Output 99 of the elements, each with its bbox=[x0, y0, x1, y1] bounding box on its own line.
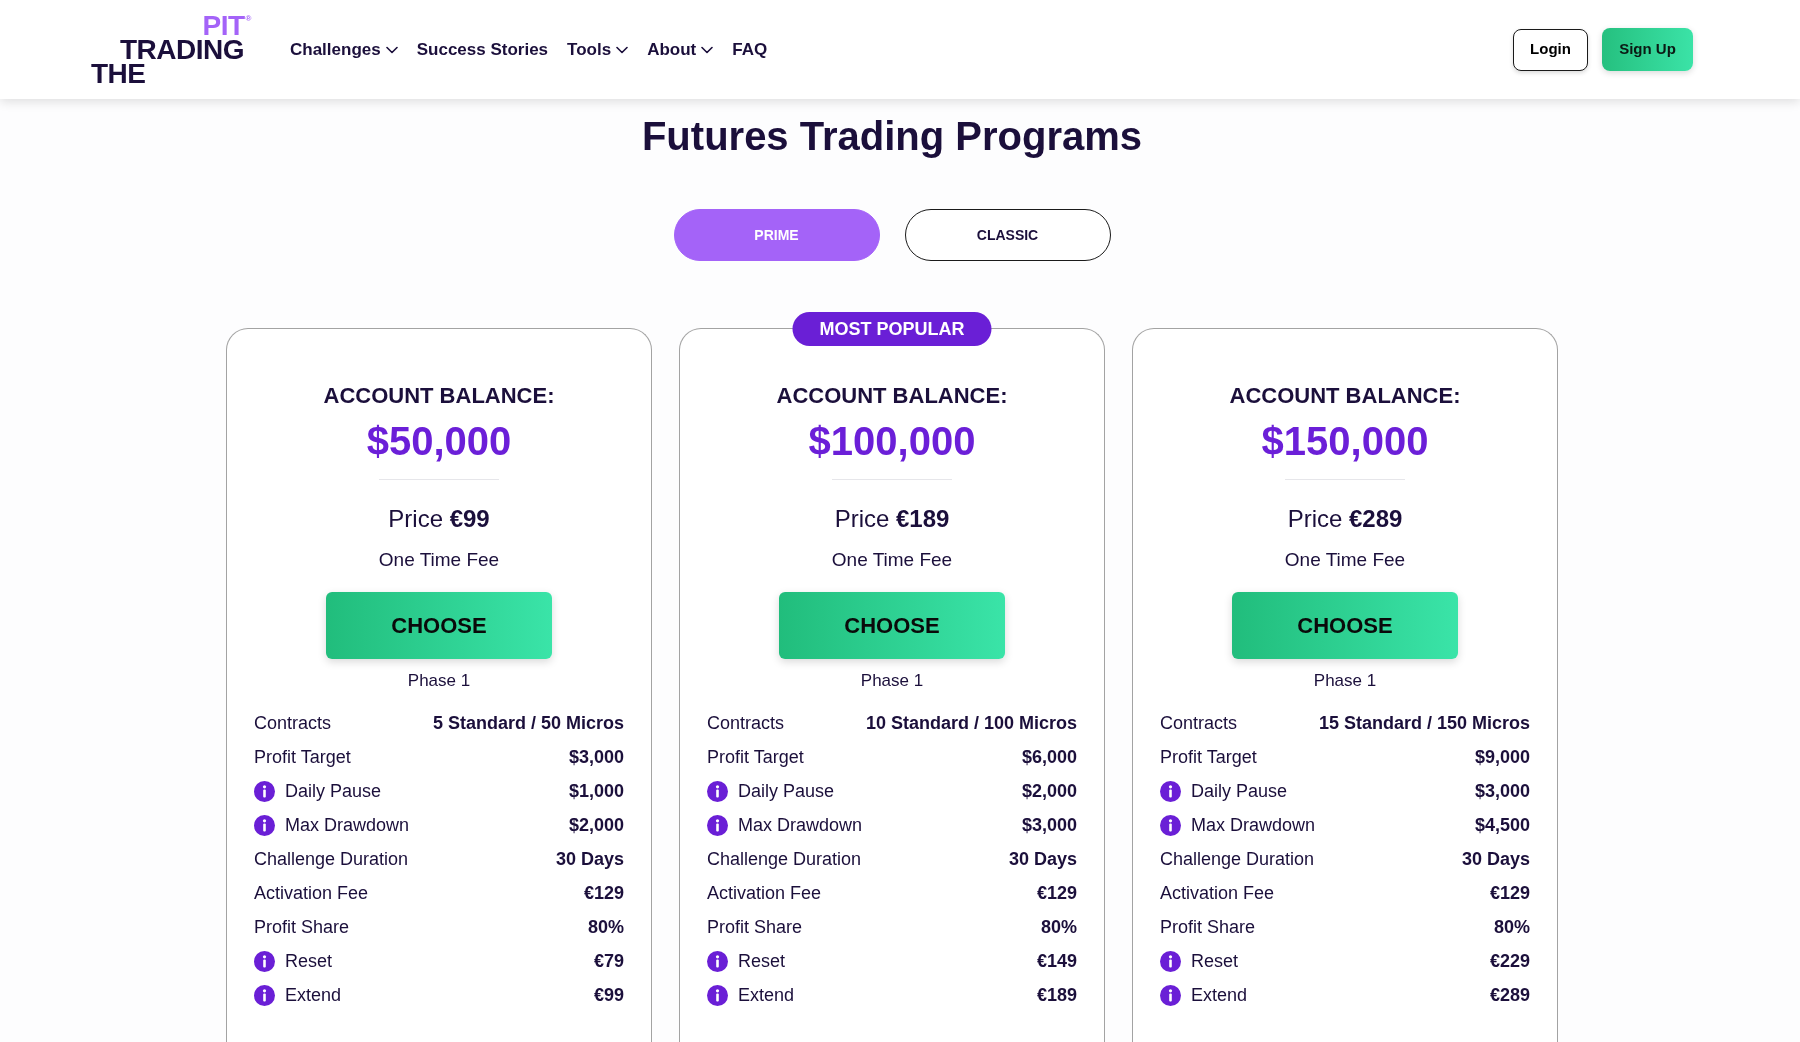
detail-label: Activation Fee bbox=[1160, 881, 1275, 905]
logo-text: ® bbox=[245, 13, 251, 23]
detail-label: Extend bbox=[1191, 983, 1248, 1007]
tab[interactable]: PRIME bbox=[673, 209, 880, 261]
detail-value: €129 bbox=[1036, 881, 1077, 905]
balance-label: ACCOUNT BALANCE: bbox=[323, 382, 555, 410]
detail-value: $2,000 bbox=[1021, 779, 1077, 803]
detail-label: Profit Target bbox=[1160, 745, 1257, 769]
detail-value: 30 Days bbox=[1008, 847, 1077, 871]
detail-value: $2,000 bbox=[568, 813, 624, 837]
detail-value: €149 bbox=[1036, 949, 1077, 973]
info-icon[interactable] bbox=[254, 950, 275, 972]
detail-value: €99 bbox=[593, 983, 624, 1007]
detail-value: $6,000 bbox=[1021, 745, 1077, 769]
choose-button[interactable]: CHOOSE bbox=[326, 592, 552, 659]
detail-value: €129 bbox=[583, 881, 624, 905]
detail-label: Activation Fee bbox=[254, 881, 369, 905]
choose-button[interactable]: CHOOSE bbox=[1232, 592, 1458, 659]
info-icon[interactable] bbox=[707, 984, 728, 1006]
detail-label: Reset bbox=[285, 949, 333, 973]
balance-label: ACCOUNT BALANCE: bbox=[776, 382, 1008, 410]
price-text: Price €189 bbox=[834, 504, 950, 534]
detail-value: €229 bbox=[1489, 949, 1530, 973]
logo-text: THE bbox=[91, 61, 146, 86]
nav-link[interactable]: FAQ bbox=[732, 36, 768, 63]
price-text: Price €99 bbox=[388, 504, 490, 534]
info-icon[interactable] bbox=[254, 780, 275, 802]
nav-link[interactable]: About bbox=[647, 36, 714, 63]
phase-label: Phase 1 bbox=[1313, 670, 1377, 692]
logo-text: TRADING bbox=[119, 37, 244, 62]
tab[interactable]: CLASSIC bbox=[904, 209, 1111, 261]
detail-label: Extend bbox=[285, 983, 342, 1007]
detail-label: Daily Pause bbox=[285, 779, 382, 803]
popular-badge: MOST POPULAR bbox=[792, 312, 992, 346]
fee-note: One Time Fee bbox=[831, 548, 953, 572]
detail-value: 15 Standard / 150 Micros bbox=[1318, 711, 1530, 735]
price-text: Price €289 bbox=[1287, 504, 1403, 534]
fee-note: One Time Fee bbox=[378, 548, 500, 572]
detail-value: €189 bbox=[1036, 983, 1077, 1007]
phase-label: Phase 1 bbox=[407, 670, 471, 692]
detail-value: 80% bbox=[1040, 915, 1077, 939]
detail-label: Max Drawdown bbox=[1191, 813, 1316, 837]
info-icon[interactable] bbox=[1160, 780, 1181, 802]
detail-label: Contracts bbox=[254, 711, 332, 735]
choose-button[interactable]: CHOOSE bbox=[779, 592, 1005, 659]
detail-label: Activation Fee bbox=[707, 881, 822, 905]
detail-value: $1,000 bbox=[568, 779, 624, 803]
info-icon[interactable] bbox=[254, 984, 275, 1006]
detail-label: Daily Pause bbox=[738, 779, 835, 803]
detail-label: Challenge Duration bbox=[707, 847, 862, 871]
info-icon[interactable] bbox=[1160, 950, 1181, 972]
detail-label: Challenge Duration bbox=[1160, 847, 1315, 871]
logo-text: PIT bbox=[202, 13, 245, 38]
detail-value: 80% bbox=[587, 915, 624, 939]
detail-label: Extend bbox=[738, 983, 795, 1007]
detail-value: €289 bbox=[1489, 983, 1530, 1007]
nav-link[interactable]: Success Stories bbox=[416, 36, 549, 63]
phase-label: Phase 1 bbox=[860, 670, 924, 692]
detail-value: €79 bbox=[593, 949, 624, 973]
detail-label: Reset bbox=[738, 949, 786, 973]
balance-amount: $50,000 bbox=[366, 418, 512, 465]
detail-value: €129 bbox=[1489, 881, 1530, 905]
signup-button[interactable]: Sign Up bbox=[1602, 28, 1693, 71]
info-icon[interactable] bbox=[707, 950, 728, 972]
detail-value: 80% bbox=[1493, 915, 1530, 939]
detail-value: $3,000 bbox=[1021, 813, 1077, 837]
info-icon[interactable] bbox=[707, 814, 728, 836]
page-title: Futures Trading Programs bbox=[641, 113, 1143, 160]
nav-link[interactable]: Tools bbox=[567, 36, 629, 63]
detail-label: Profit Target bbox=[707, 745, 804, 769]
detail-value: $3,000 bbox=[568, 745, 624, 769]
detail-value: 5 Standard / 50 Micros bbox=[432, 711, 624, 735]
info-icon[interactable] bbox=[707, 780, 728, 802]
info-icon[interactable] bbox=[254, 814, 275, 836]
detail-label: Daily Pause bbox=[1191, 779, 1288, 803]
nav-link[interactable]: Challenges bbox=[290, 36, 398, 63]
detail-label: Reset bbox=[1191, 949, 1239, 973]
detail-value: 30 Days bbox=[1461, 847, 1530, 871]
detail-label: Contracts bbox=[1160, 711, 1238, 735]
balance-amount: $150,000 bbox=[1261, 418, 1429, 465]
detail-value: 30 Days bbox=[555, 847, 624, 871]
detail-value: $9,000 bbox=[1474, 745, 1530, 769]
detail-label: Profit Share bbox=[1160, 915, 1256, 939]
detail-label: Profit Target bbox=[254, 745, 351, 769]
detail-label: Profit Share bbox=[254, 915, 350, 939]
fee-note: One Time Fee bbox=[1284, 548, 1406, 572]
detail-label: Max Drawdown bbox=[285, 813, 410, 837]
detail-label: Profit Share bbox=[707, 915, 803, 939]
info-icon[interactable] bbox=[1160, 984, 1181, 1006]
detail-value: 10 Standard / 100 Micros bbox=[865, 711, 1077, 735]
login-button[interactable]: Login bbox=[1513, 28, 1588, 71]
info-icon[interactable] bbox=[1160, 814, 1181, 836]
detail-value: $3,000 bbox=[1474, 779, 1530, 803]
balance-label: ACCOUNT BALANCE: bbox=[1229, 382, 1461, 410]
detail-label: Contracts bbox=[707, 711, 785, 735]
detail-label: Challenge Duration bbox=[254, 847, 409, 871]
detail-label: Max Drawdown bbox=[738, 813, 863, 837]
balance-amount: $100,000 bbox=[808, 418, 976, 465]
detail-value: $4,500 bbox=[1474, 813, 1530, 837]
